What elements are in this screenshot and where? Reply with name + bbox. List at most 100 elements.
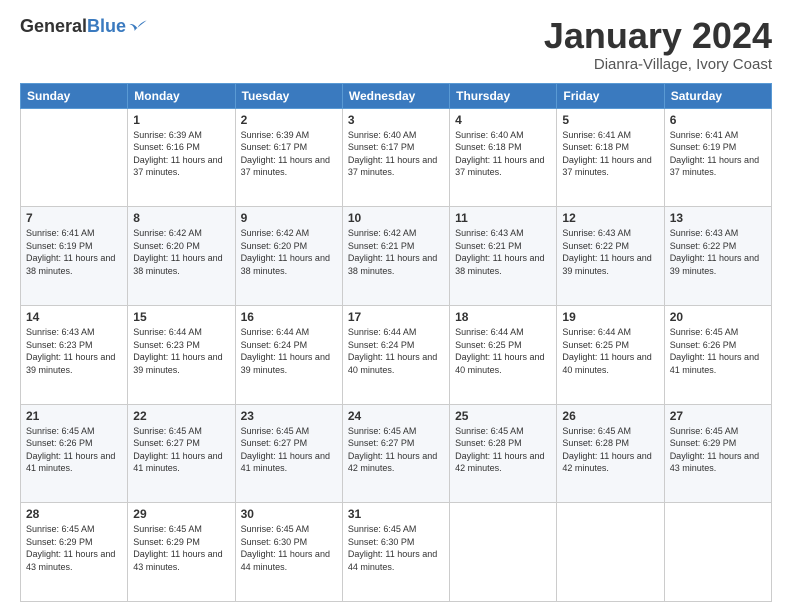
day-number: 26 xyxy=(562,409,658,423)
table-row: 14 Sunrise: 6:43 AMSunset: 6:23 PMDaylig… xyxy=(21,305,128,404)
day-number: 18 xyxy=(455,310,551,324)
day-number: 19 xyxy=(562,310,658,324)
day-number: 28 xyxy=(26,507,122,521)
day-number: 29 xyxy=(133,507,229,521)
title-block: January 2024 Dianra-Village, Ivory Coast xyxy=(544,16,772,73)
table-row: 19 Sunrise: 6:44 AMSunset: 6:25 PMDaylig… xyxy=(557,305,664,404)
table-row: 31 Sunrise: 6:45 AMSunset: 6:30 PMDaylig… xyxy=(342,503,449,602)
day-info: Sunrise: 6:41 AMSunset: 6:19 PMDaylight:… xyxy=(26,227,122,277)
day-info: Sunrise: 6:41 AMSunset: 6:19 PMDaylight:… xyxy=(670,129,766,179)
table-row: 27 Sunrise: 6:45 AMSunset: 6:29 PMDaylig… xyxy=(664,404,771,503)
day-number: 22 xyxy=(133,409,229,423)
calendar-week-row: 28 Sunrise: 6:45 AMSunset: 6:29 PMDaylig… xyxy=(21,503,772,602)
logo-bird-icon xyxy=(128,17,148,37)
day-info: Sunrise: 6:45 AMSunset: 6:26 PMDaylight:… xyxy=(26,425,122,475)
table-row: 25 Sunrise: 6:45 AMSunset: 6:28 PMDaylig… xyxy=(450,404,557,503)
day-number: 30 xyxy=(241,507,337,521)
calendar-header-row: Sunday Monday Tuesday Wednesday Thursday… xyxy=(21,83,772,108)
day-info: Sunrise: 6:42 AMSunset: 6:21 PMDaylight:… xyxy=(348,227,444,277)
table-row: 20 Sunrise: 6:45 AMSunset: 6:26 PMDaylig… xyxy=(664,305,771,404)
day-number: 14 xyxy=(26,310,122,324)
day-number: 15 xyxy=(133,310,229,324)
col-tuesday: Tuesday xyxy=(235,83,342,108)
table-row: 29 Sunrise: 6:45 AMSunset: 6:29 PMDaylig… xyxy=(128,503,235,602)
day-info: Sunrise: 6:44 AMSunset: 6:25 PMDaylight:… xyxy=(562,326,658,376)
table-row: 10 Sunrise: 6:42 AMSunset: 6:21 PMDaylig… xyxy=(342,207,449,306)
table-row: 5 Sunrise: 6:41 AMSunset: 6:18 PMDayligh… xyxy=(557,108,664,207)
logo-blue-text: Blue xyxy=(87,16,126,37)
day-number: 12 xyxy=(562,211,658,225)
day-info: Sunrise: 6:40 AMSunset: 6:18 PMDaylight:… xyxy=(455,129,551,179)
day-number: 5 xyxy=(562,113,658,127)
day-info: Sunrise: 6:43 AMSunset: 6:23 PMDaylight:… xyxy=(26,326,122,376)
day-number: 4 xyxy=(455,113,551,127)
page: GeneralBlue January 2024 Dianra-Village,… xyxy=(0,0,792,612)
table-row: 17 Sunrise: 6:44 AMSunset: 6:24 PMDaylig… xyxy=(342,305,449,404)
location: Dianra-Village, Ivory Coast xyxy=(544,56,772,73)
table-row: 2 Sunrise: 6:39 AMSunset: 6:17 PMDayligh… xyxy=(235,108,342,207)
day-number: 17 xyxy=(348,310,444,324)
day-info: Sunrise: 6:45 AMSunset: 6:26 PMDaylight:… xyxy=(670,326,766,376)
day-number: 16 xyxy=(241,310,337,324)
col-thursday: Thursday xyxy=(450,83,557,108)
table-row: 30 Sunrise: 6:45 AMSunset: 6:30 PMDaylig… xyxy=(235,503,342,602)
day-info: Sunrise: 6:44 AMSunset: 6:24 PMDaylight:… xyxy=(241,326,337,376)
day-info: Sunrise: 6:45 AMSunset: 6:30 PMDaylight:… xyxy=(348,523,444,573)
calendar-week-row: 14 Sunrise: 6:43 AMSunset: 6:23 PMDaylig… xyxy=(21,305,772,404)
day-info: Sunrise: 6:45 AMSunset: 6:27 PMDaylight:… xyxy=(133,425,229,475)
day-number: 11 xyxy=(455,211,551,225)
day-number: 20 xyxy=(670,310,766,324)
table-row: 8 Sunrise: 6:42 AMSunset: 6:20 PMDayligh… xyxy=(128,207,235,306)
day-info: Sunrise: 6:45 AMSunset: 6:29 PMDaylight:… xyxy=(133,523,229,573)
day-info: Sunrise: 6:45 AMSunset: 6:28 PMDaylight:… xyxy=(455,425,551,475)
table-row: 15 Sunrise: 6:44 AMSunset: 6:23 PMDaylig… xyxy=(128,305,235,404)
col-monday: Monday xyxy=(128,83,235,108)
calendar-table: Sunday Monday Tuesday Wednesday Thursday… xyxy=(20,83,772,602)
logo-general-text: General xyxy=(20,16,87,37)
day-number: 10 xyxy=(348,211,444,225)
table-row: 28 Sunrise: 6:45 AMSunset: 6:29 PMDaylig… xyxy=(21,503,128,602)
day-info: Sunrise: 6:44 AMSunset: 6:25 PMDaylight:… xyxy=(455,326,551,376)
table-row xyxy=(664,503,771,602)
day-info: Sunrise: 6:39 AMSunset: 6:17 PMDaylight:… xyxy=(241,129,337,179)
table-row: 3 Sunrise: 6:40 AMSunset: 6:17 PMDayligh… xyxy=(342,108,449,207)
day-info: Sunrise: 6:45 AMSunset: 6:27 PMDaylight:… xyxy=(348,425,444,475)
table-row: 1 Sunrise: 6:39 AMSunset: 6:16 PMDayligh… xyxy=(128,108,235,207)
day-info: Sunrise: 6:45 AMSunset: 6:29 PMDaylight:… xyxy=(670,425,766,475)
table-row xyxy=(557,503,664,602)
day-info: Sunrise: 6:45 AMSunset: 6:29 PMDaylight:… xyxy=(26,523,122,573)
day-number: 8 xyxy=(133,211,229,225)
table-row: 6 Sunrise: 6:41 AMSunset: 6:19 PMDayligh… xyxy=(664,108,771,207)
day-info: Sunrise: 6:44 AMSunset: 6:23 PMDaylight:… xyxy=(133,326,229,376)
table-row: 21 Sunrise: 6:45 AMSunset: 6:26 PMDaylig… xyxy=(21,404,128,503)
day-number: 3 xyxy=(348,113,444,127)
day-info: Sunrise: 6:42 AMSunset: 6:20 PMDaylight:… xyxy=(241,227,337,277)
day-number: 6 xyxy=(670,113,766,127)
header: GeneralBlue January 2024 Dianra-Village,… xyxy=(20,16,772,73)
logo: GeneralBlue xyxy=(20,16,148,37)
month-title: January 2024 xyxy=(544,16,772,56)
day-number: 23 xyxy=(241,409,337,423)
table-row: 16 Sunrise: 6:44 AMSunset: 6:24 PMDaylig… xyxy=(235,305,342,404)
day-info: Sunrise: 6:42 AMSunset: 6:20 PMDaylight:… xyxy=(133,227,229,277)
day-number: 25 xyxy=(455,409,551,423)
day-info: Sunrise: 6:39 AMSunset: 6:16 PMDaylight:… xyxy=(133,129,229,179)
day-number: 7 xyxy=(26,211,122,225)
day-number: 2 xyxy=(241,113,337,127)
calendar-week-row: 7 Sunrise: 6:41 AMSunset: 6:19 PMDayligh… xyxy=(21,207,772,306)
col-friday: Friday xyxy=(557,83,664,108)
col-sunday: Sunday xyxy=(21,83,128,108)
day-info: Sunrise: 6:40 AMSunset: 6:17 PMDaylight:… xyxy=(348,129,444,179)
table-row: 13 Sunrise: 6:43 AMSunset: 6:22 PMDaylig… xyxy=(664,207,771,306)
table-row: 12 Sunrise: 6:43 AMSunset: 6:22 PMDaylig… xyxy=(557,207,664,306)
day-number: 21 xyxy=(26,409,122,423)
day-info: Sunrise: 6:43 AMSunset: 6:21 PMDaylight:… xyxy=(455,227,551,277)
table-row: 22 Sunrise: 6:45 AMSunset: 6:27 PMDaylig… xyxy=(128,404,235,503)
table-row: 4 Sunrise: 6:40 AMSunset: 6:18 PMDayligh… xyxy=(450,108,557,207)
table-row: 23 Sunrise: 6:45 AMSunset: 6:27 PMDaylig… xyxy=(235,404,342,503)
table-row: 24 Sunrise: 6:45 AMSunset: 6:27 PMDaylig… xyxy=(342,404,449,503)
table-row xyxy=(450,503,557,602)
day-info: Sunrise: 6:45 AMSunset: 6:30 PMDaylight:… xyxy=(241,523,337,573)
day-info: Sunrise: 6:44 AMSunset: 6:24 PMDaylight:… xyxy=(348,326,444,376)
calendar-week-row: 21 Sunrise: 6:45 AMSunset: 6:26 PMDaylig… xyxy=(21,404,772,503)
